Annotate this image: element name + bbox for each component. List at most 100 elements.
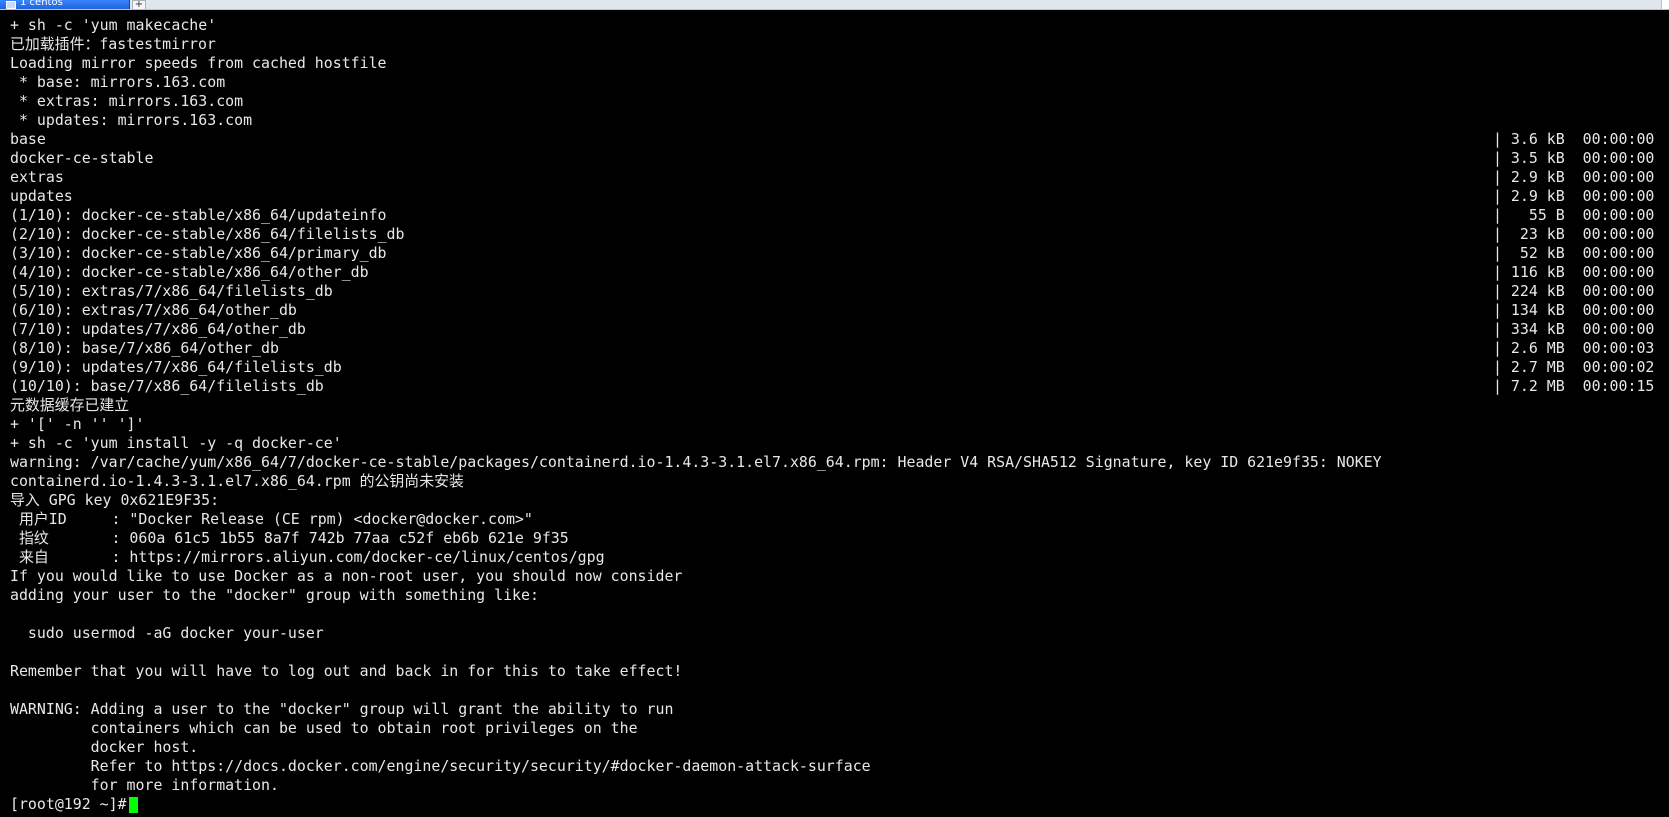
terminal-line-14: (4/10): docker-ce-stable/x86_64/other_db… bbox=[10, 263, 1660, 282]
download-stats: | 134 kB 00:00:00 bbox=[1493, 301, 1655, 319]
terminal-line-37: WARNING: Adding a user to the "docker" g… bbox=[10, 700, 1660, 719]
terminal-line-text: Loading mirror speeds from cached hostfi… bbox=[10, 54, 387, 72]
terminal-line-17: (7/10): updates/7/x86_64/other_db | 334 k… bbox=[10, 320, 1660, 339]
terminal-output: + sh -c 'yum makecache' 已加载插件：fastestmir… bbox=[10, 16, 1660, 814]
terminal-line-4: * base: mirrors.163.com bbox=[10, 73, 1660, 92]
terminal-line-25: containerd.io-1.4.3-3.1.el7.x86_64.rpm 的… bbox=[10, 472, 1660, 491]
warning-line: warning: /var/cache/yum/x86_64/7/docker-… bbox=[10, 453, 1382, 471]
terminal-line-text: 已加载插件：fastestmirror bbox=[10, 35, 216, 53]
download-stats: | 2.6 MB 00:00:03 bbox=[1493, 339, 1655, 357]
terminal-line-39: docker host. bbox=[10, 738, 1660, 757]
terminal-line-6: * updates: mirrors.163.com bbox=[10, 111, 1660, 130]
download-stats: | 55 B 00:00:00 bbox=[1493, 206, 1655, 224]
download-stats: | 3.5 kB 00:00:00 bbox=[1493, 149, 1655, 167]
warning-line: WARNING: Adding a user to the "docker" g… bbox=[10, 700, 674, 718]
download-item: (4/10): docker-ce-stable/x86_64/other_db bbox=[10, 263, 369, 281]
terminal-line-41: for more information. bbox=[10, 776, 1660, 795]
terminal-line-20: (10/10): base/7/x86_64/filelists_db | 7.2… bbox=[10, 377, 1660, 396]
download-item: (7/10): updates/7/x86_64/other_db bbox=[10, 320, 306, 338]
terminal-line-33: sudo usermod -aG docker your-user bbox=[10, 624, 1660, 643]
terminal-line-27: 用户ID : "Docker Release (CE rpm) <docker@… bbox=[10, 510, 1660, 529]
terminal-line-text: * updates: mirrors.163.com bbox=[10, 111, 253, 129]
download-item: (2/10): docker-ce-stable/x86_64/filelist… bbox=[10, 225, 405, 243]
terminal-line-12: (2/10): docker-ce-stable/x86_64/filelist… bbox=[10, 225, 1660, 244]
download-item: (1/10): docker-ce-stable/x86_64/updatein… bbox=[10, 206, 387, 224]
download-stats: | 52 kB 00:00:00 bbox=[1493, 244, 1655, 262]
window-corner bbox=[1661, 0, 1669, 9]
download-stats: | 116 kB 00:00:00 bbox=[1493, 263, 1655, 281]
terminal-line-1: + sh -c 'yum makecache' bbox=[10, 16, 1660, 35]
warning-line: containers which can be used to obtain r… bbox=[10, 719, 638, 737]
terminal-line-18: (8/10): base/7/x86_64/other_db | 2.6 MB 0… bbox=[10, 339, 1660, 358]
download-stats: | 334 kB 00:00:00 bbox=[1493, 320, 1655, 338]
terminal-line-11: (1/10): docker-ce-stable/x86_64/updatein… bbox=[10, 206, 1660, 225]
terminal-line-3: Loading mirror speeds from cached hostfi… bbox=[10, 54, 1660, 73]
download-item: (3/10): docker-ce-stable/x86_64/primary_… bbox=[10, 244, 387, 262]
terminal-line-32 bbox=[10, 605, 1660, 624]
terminal-line-15: (5/10): extras/7/x86_64/filelists_db | 22… bbox=[10, 282, 1660, 301]
terminal-screen[interactable]: + sh -c 'yum makecache' 已加载插件：fastestmir… bbox=[0, 10, 1669, 817]
warning-line: Refer to https://docs.docker.com/engine/… bbox=[10, 757, 871, 775]
terminal-prompt-line[interactable]: [root@192 ~]# bbox=[10, 795, 1660, 814]
terminal-line-30: If you would like to use Docker as a non… bbox=[10, 567, 1660, 586]
terminal-line-23: + sh -c 'yum install -y -q docker-ce' bbox=[10, 434, 1660, 453]
download-stats: | 2.9 kB 00:00:00 bbox=[1493, 187, 1655, 205]
terminal-line-9: extras | 2.9 kB 00:00:00 bbox=[10, 168, 1660, 187]
terminal-line-38: containers which can be used to obtain r… bbox=[10, 719, 1660, 738]
terminal-line-text: containerd.io-1.4.3-3.1.el7.x86_64.rpm 的… bbox=[10, 472, 464, 490]
terminal-line-text: Remember that you will have to log out a… bbox=[10, 662, 683, 680]
terminal-line-text: adding your user to the "docker" group w… bbox=[10, 586, 539, 604]
terminal-line-40: Refer to https://docs.docker.com/engine/… bbox=[10, 757, 1660, 776]
terminal-tab-icon bbox=[6, 1, 16, 9]
terminal-line-text: If you would like to use Docker as a non… bbox=[10, 567, 683, 585]
repo-name: base bbox=[10, 130, 46, 148]
terminal-line-8: docker-ce-stable | 3.5 kB 00:00:00 bbox=[10, 149, 1660, 168]
terminal-line-text: + sh -c 'yum install -y -q docker-ce' bbox=[10, 434, 342, 452]
download-item: (10/10): base/7/x86_64/filelists_db bbox=[10, 377, 324, 395]
download-item: (9/10): updates/7/x86_64/filelists_db bbox=[10, 358, 342, 376]
terminal-line-21: 元数据缓存已建立 bbox=[10, 396, 1660, 415]
terminal-tab[interactable]: 1 centos bbox=[0, 0, 130, 9]
download-stats: | 224 kB 00:00:00 bbox=[1493, 282, 1655, 300]
warning-line: for more information. bbox=[10, 776, 279, 794]
terminal-line-7: base | 3.6 kB 00:00:00 bbox=[10, 130, 1660, 149]
download-stats: | 2.9 kB 00:00:00 bbox=[1493, 168, 1655, 186]
download-stats: | 3.6 kB 00:00:00 bbox=[1493, 130, 1655, 148]
terminal-line-24: warning: /var/cache/yum/x86_64/7/docker-… bbox=[10, 453, 1660, 472]
download-stats: | 2.7 MB 00:00:02 bbox=[1493, 358, 1655, 376]
download-item: (8/10): base/7/x86_64/other_db bbox=[10, 339, 279, 357]
terminal-line-13: (3/10): docker-ce-stable/x86_64/primary_… bbox=[10, 244, 1660, 263]
terminal-line-5: * extras: mirrors.163.com bbox=[10, 92, 1660, 111]
gpg-source: 来自 : https://mirrors.aliyun.com/docker-c… bbox=[10, 548, 605, 566]
repo-name: updates bbox=[10, 187, 73, 205]
gpg-user-id: 用户ID : "Docker Release (CE rpm) <docker@… bbox=[10, 510, 533, 528]
terminal-line-16: (6/10): extras/7/x86_64/other_db | 134 kB… bbox=[10, 301, 1660, 320]
terminal-line-text: 导入 GPG key 0x621E9F35: bbox=[10, 491, 220, 509]
command-example: sudo usermod -aG docker your-user bbox=[10, 624, 324, 642]
terminal-line-26: 导入 GPG key 0x621E9F35: bbox=[10, 491, 1660, 510]
download-stats: | 23 kB 00:00:00 bbox=[1493, 225, 1655, 243]
terminal-cursor bbox=[128, 796, 138, 813]
terminal-line-29: 来自 : https://mirrors.aliyun.com/docker-c… bbox=[10, 548, 1660, 567]
terminal-line-28: 指纹 : 060a 61c5 1b55 8a7f 742b 77aa c52f … bbox=[10, 529, 1660, 548]
terminal-line-31: adding your user to the "docker" group w… bbox=[10, 586, 1660, 605]
terminal-tab-bar: 1 centos + bbox=[0, 0, 1669, 10]
terminal-tab-title: 1 centos bbox=[20, 0, 63, 8]
terminal-line-19: (9/10): updates/7/x86_64/filelists_db | 2… bbox=[10, 358, 1660, 377]
terminal-line-text: + '[' -n '' ']' bbox=[10, 415, 145, 433]
terminal-line-2: 已加载插件：fastestmirror bbox=[10, 35, 1660, 54]
terminal-line-22: + '[' -n '' ']' bbox=[10, 415, 1660, 434]
terminal-line-text: + sh -c 'yum makecache' bbox=[10, 16, 217, 34]
terminal-line-text: 元数据缓存已建立 bbox=[10, 396, 130, 414]
download-stats: | 7.2 MB 00:00:15 bbox=[1493, 377, 1655, 395]
repo-name: docker-ce-stable bbox=[10, 149, 154, 167]
download-item: (6/10): extras/7/x86_64/other_db bbox=[10, 301, 297, 319]
new-tab-button[interactable]: + bbox=[132, 0, 146, 9]
repo-name: extras bbox=[10, 168, 64, 186]
terminal-line-35: Remember that you will have to log out a… bbox=[10, 662, 1660, 681]
terminal-line-34 bbox=[10, 643, 1660, 662]
gpg-fingerprint: 指纹 : 060a 61c5 1b55 8a7f 742b 77aa c52f … bbox=[10, 529, 569, 547]
terminal-line-10: updates | 2.9 kB 00:00:00 bbox=[10, 187, 1660, 206]
terminal-line-36 bbox=[10, 681, 1660, 700]
terminal-line-text: * extras: mirrors.163.com bbox=[10, 92, 244, 110]
